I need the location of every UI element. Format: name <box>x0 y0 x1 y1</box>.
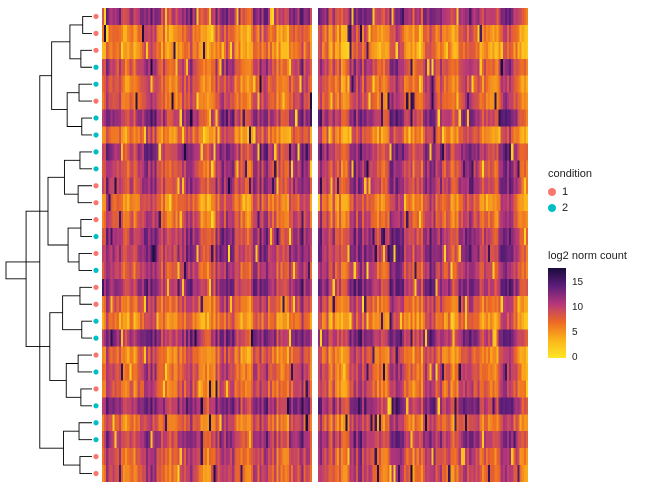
colorbar-tick: 5 <box>572 328 578 338</box>
colorbar-tick: 15 <box>572 278 583 288</box>
legend-condition-title: condition <box>548 168 592 180</box>
colorbar <box>548 268 566 358</box>
colorbar-tick: 0 <box>572 353 578 363</box>
legend-condition: condition 1 2 <box>548 168 592 218</box>
legend-colorscale-title: log2 norm count <box>548 250 627 262</box>
colorbar-wrap: 151050 <box>548 268 627 358</box>
heatmap-panel-left <box>102 8 312 482</box>
legend-label-1: 1 <box>562 186 568 198</box>
legend-colorscale: log2 norm count 151050 <box>548 250 627 358</box>
row-condition-dots <box>91 8 103 482</box>
heatmap-figure: condition 1 2 log2 norm count 15 10 5 0 <box>0 0 648 504</box>
legend-dot-2 <box>548 204 556 212</box>
row-dendrogram <box>4 8 94 482</box>
legend-label-2: 2 <box>562 202 568 214</box>
legend-dot-1 <box>548 188 556 196</box>
colorbar-tick: 10 <box>572 303 583 313</box>
legend-condition-item-2: 2 <box>548 202 592 214</box>
colorbar-ticks: 151050 <box>572 268 592 358</box>
legend-condition-item-1: 1 <box>548 186 592 198</box>
heatmap-panel-right <box>318 8 528 482</box>
